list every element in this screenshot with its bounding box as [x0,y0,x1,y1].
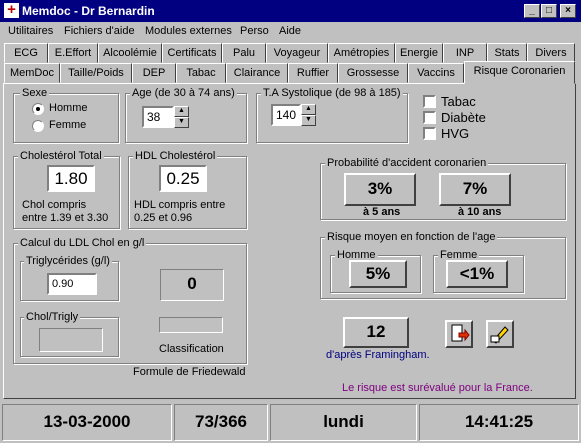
menu-aide[interactable]: Aide [279,25,301,37]
tab-certificats[interactable]: Certificats [162,43,222,63]
menu-bar: Utilitaires Fichiers d'aide Modules exte… [0,22,581,41]
ta-input[interactable]: 140 [271,104,301,126]
mean-femme-group: Femme <1% [433,249,524,293]
mean-risk-homme: 5% [349,260,407,288]
classification-bar [159,317,223,333]
sexe-group: Sexe Homme Femme [13,87,119,143]
menu-utilitaires[interactable]: Utilitaires [8,25,53,37]
minimize-icon[interactable]: _ [524,4,540,18]
label-10-years: à 10 ans [458,206,502,218]
edit-button[interactable] [486,320,514,348]
tab-effort[interactable]: E.Effort [48,43,98,63]
title-bar: + Memdoc - Dr Bernardin _ □ × [0,0,581,22]
label-diabete: Diabète [441,110,486,125]
tab-alcoolemie[interactable]: Alcoolémie [98,43,162,63]
age-input[interactable]: 38 [142,106,174,128]
ratio-value [39,328,103,352]
radio-femme[interactable] [32,120,44,132]
menu-fichiers-aide[interactable]: Fichiers d'aide [64,25,135,37]
tab-stats[interactable]: Stats [487,43,527,63]
app-cross-icon[interactable]: + [4,2,19,18]
menu-perso[interactable]: Perso [240,25,269,37]
menu-modules-externes[interactable]: Modules externes [145,25,232,37]
framingham-score: 12 [343,317,409,348]
tab-divers[interactable]: Divers [527,43,575,63]
checkbox-tabac[interactable] [423,95,436,108]
ratio-group: Chol/Trigly [20,311,119,357]
checkbox-diabete[interactable] [423,111,436,124]
hdl-note-2: 0.25 et 0.96 [134,212,193,224]
label-hvg: HVG [441,126,470,141]
chol-input[interactable]: 1.80 [47,165,95,192]
proba-group: Probabilité d'accident coronarien 3% à 5… [320,157,566,220]
ta-spinner[interactable]: ▲ ▼ [301,104,316,126]
trig-input[interactable]: 0.90 [47,273,97,295]
chol-note-2: entre 1.39 et 3.30 [22,212,109,224]
hdl-note-1: HDL compris entre [134,199,226,211]
maximize-icon[interactable]: □ [541,4,557,18]
tab-grossesse[interactable]: Grossesse [338,63,408,83]
mean-homme-group: Homme 5% [330,249,421,293]
tab-tabac[interactable]: Tabac [176,63,226,83]
ta-group: T.A Systolique (de 98 à 185) 140 ▲ ▼ [256,87,408,143]
label-homme: Homme [49,102,88,114]
tab-risque-coronarien[interactable]: Risque Coronarien [464,61,575,84]
hdl-input[interactable]: 0.25 [159,165,207,192]
tab-ecg[interactable]: ECG [4,43,48,63]
export-doc-icon [451,324,470,342]
label-5-years: à 5 ans [363,206,401,218]
status-weekday: lundi [270,404,417,441]
ldl-result: 0 [160,269,224,301]
chol-note-1: Chol compris [22,199,87,211]
export-button[interactable] [445,320,473,348]
framingham-label: d'après Framingham. [326,349,430,361]
tab-memdoc[interactable]: MemDoc [4,63,60,83]
chol-group: Cholestérol Total 1.80 Chol compris entr… [13,150,120,229]
formula-label: Formule de Friedewald [133,366,246,378]
risk-5-years: 3% [344,173,416,206]
window-title: Memdoc - Dr Bernardin [22,4,155,18]
tab-ametropies[interactable]: Amétropies [328,43,395,63]
checkbox-hvg[interactable] [423,127,436,140]
tab-clairance[interactable]: Clairance [226,63,288,83]
trig-group: Triglycérides (g/l) 0.90 [20,255,119,301]
mean-risk-group: Risque moyen en fonction de l'age Homme … [320,231,566,299]
tab-voyageur[interactable]: Voyageur [266,43,328,63]
label-tabac: Tabac [441,94,476,109]
status-date: 13-03-2000 [2,404,172,441]
tab-energie[interactable]: Energie [395,43,443,63]
mean-risk-femme: <1% [446,260,508,288]
risk-10-years: 7% [439,173,511,206]
radio-homme[interactable] [32,103,44,115]
ldl-group: Calcul du LDL Chol en g/l Triglycérides … [13,237,247,364]
tab-taille-poids[interactable]: Taille/Poids [60,63,132,83]
status-time: 14:41:25 [419,404,579,441]
tab-dep[interactable]: DEP [132,63,176,83]
close-icon[interactable]: × [560,4,576,18]
tab-vaccins[interactable]: Vaccins [408,63,464,83]
pen-icon [490,326,509,344]
label-femme: Femme [49,119,87,131]
classification-label: Classification [159,343,224,355]
status-day-count: 73/366 [174,404,268,441]
tab-inp[interactable]: INP [443,43,487,63]
age-group: Age (de 30 à 74 ans) 38 ▲ ▼ [125,87,247,143]
age-spinner[interactable]: ▲ ▼ [174,106,189,128]
overestimation-note: Le risque est surévalué pour la France. [342,382,533,394]
tab-palu[interactable]: Palu [222,43,266,63]
tab-ruffier[interactable]: Ruffier [288,63,338,83]
hdl-group: HDL Cholestérol 0.25 HDL compris entre 0… [128,150,247,229]
